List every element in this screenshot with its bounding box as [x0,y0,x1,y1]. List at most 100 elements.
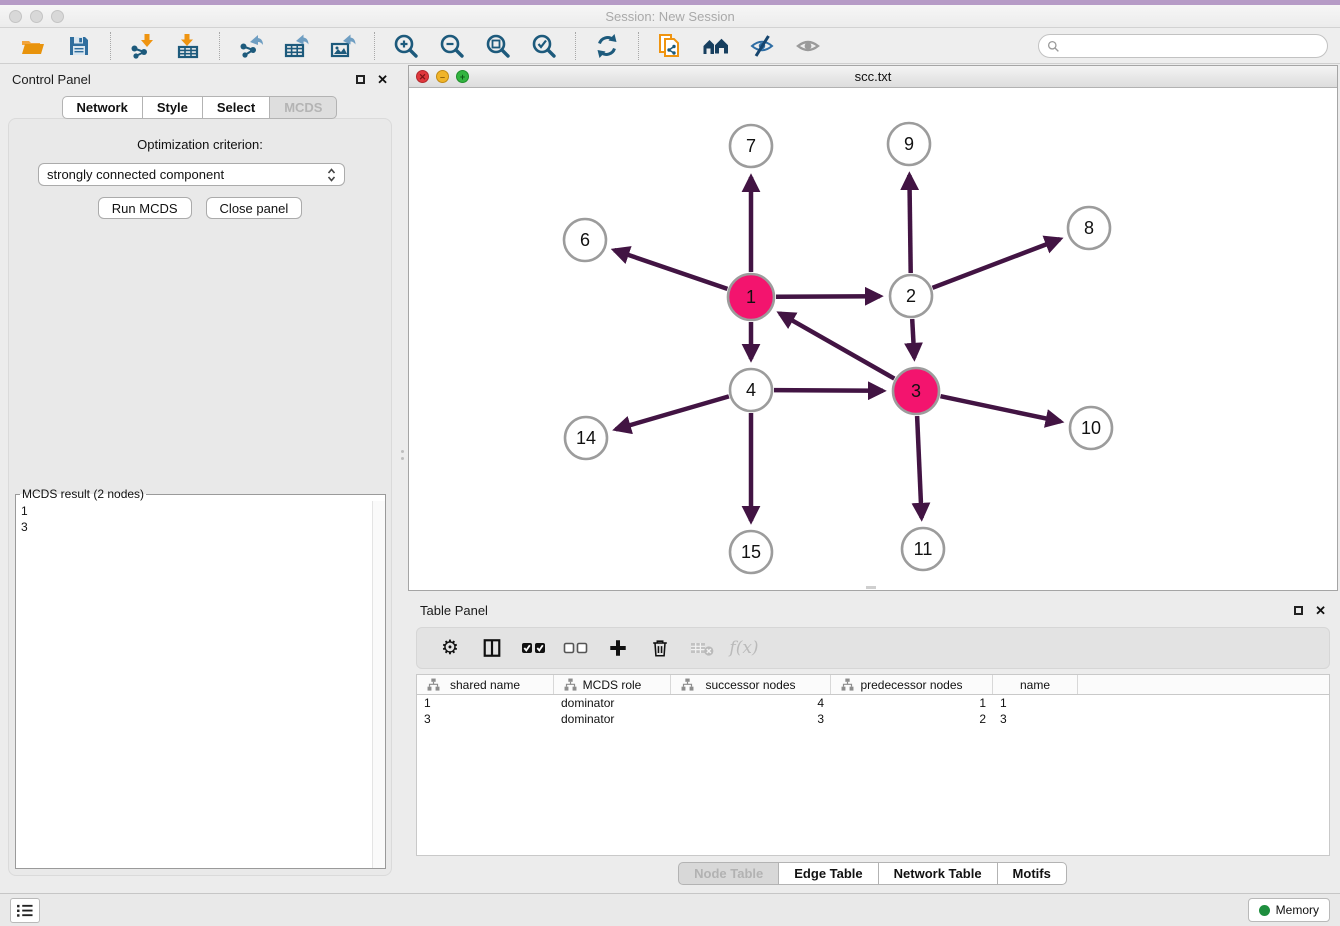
task-history-button[interactable] [10,898,40,923]
graph-node-8[interactable]: 8 [1068,207,1110,249]
optimization-criterion-dropdown[interactable]: strongly connected component [38,163,345,186]
import-network-icon[interactable] [128,32,156,60]
mcds-result-text[interactable]: 13 [16,501,385,868]
column-header-successor-nodes[interactable]: successor nodes [671,675,831,694]
zoom-in-icon[interactable] [392,32,420,60]
toolbar-separator [374,32,375,60]
result-scrollbar[interactable] [372,501,385,868]
graph-edge-3-10[interactable] [941,396,1061,421]
control-panel: Control Panel ✕ NetworkStyleSelectMCDS O… [0,66,400,888]
graph-edge-2-8[interactable] [933,239,1061,288]
graph-edge-1-6[interactable] [614,250,727,289]
trash-icon[interactable] [643,633,677,663]
function-icon: f(x) [727,633,761,663]
column-type-icon [676,678,689,691]
tab-node-table[interactable]: Node Table [678,862,779,885]
tab-style[interactable]: Style [142,96,203,119]
export-image-icon[interactable] [329,32,357,60]
gear-icon[interactable]: ⚙ [433,633,467,663]
graph-edge-3-1[interactable] [780,313,895,378]
open-folder-icon[interactable] [19,32,47,60]
search-box[interactable] [1038,34,1328,58]
svg-text:14: 14 [576,428,596,448]
graph-edge-2-9[interactable] [909,175,910,273]
table-cell[interactable]: 3 [417,711,554,727]
table-cell[interactable]: dominator [554,695,671,711]
search-input[interactable] [1065,36,1327,56]
float-panel-icon[interactable] [356,75,365,84]
select-all-icon[interactable] [517,633,551,663]
table-cell[interactable]: 1 [417,695,554,711]
canvas-resize-handle[interactable] [866,586,876,589]
column-view-icon[interactable] [475,633,509,663]
tab-network-table[interactable]: Network Table [878,862,998,885]
import-table-icon[interactable] [174,32,202,60]
app-titlebar: Session: New Session [0,5,1340,28]
zoom-out-icon[interactable] [438,32,466,60]
search-icon [1047,40,1060,53]
graph-edge-4-14[interactable] [616,396,729,429]
tab-mcds[interactable]: MCDS [269,96,337,119]
graph-node-4[interactable]: 4 [730,369,772,411]
table-cell[interactable]: dominator [554,711,671,727]
graph-node-10[interactable]: 10 [1070,407,1112,449]
node-table[interactable]: shared name MCDS role successor nodesprede… [416,674,1330,856]
table-panel: Table Panel ✕ ⚙f(x) shared nameMCDS role… [408,597,1338,890]
table-row[interactable]: 3dominator323 [417,711,1329,727]
graph-node-3[interactable]: 3 [893,368,939,414]
add-icon[interactable] [601,633,635,663]
graph-node-14[interactable]: 14 [565,417,607,459]
run-mcds-button[interactable]: Run MCDS [98,197,192,219]
zoom-fit-icon[interactable] [484,32,512,60]
column-header-label: MCDS role [583,678,642,692]
table-cell[interactable]: 2 [831,711,993,727]
close-table-panel-icon[interactable]: ✕ [1315,604,1326,617]
app-title: Session: New Session [0,9,1340,24]
graph-edge-3-11[interactable] [917,416,922,518]
graph-node-9[interactable]: 9 [888,123,930,165]
table-cell[interactable]: 1 [831,695,993,711]
tab-network[interactable]: Network [62,96,143,119]
close-panel-icon[interactable]: ✕ [377,73,388,86]
table-cell[interactable]: 3 [671,711,831,727]
save-icon[interactable] [65,32,93,60]
graph-node-2[interactable]: 2 [890,275,932,317]
tab-edge-table[interactable]: Edge Table [778,862,878,885]
table-cell[interactable]: 4 [671,695,831,711]
zoom-selected-icon[interactable] [530,32,558,60]
tab-select[interactable]: Select [202,96,270,119]
list-icon [16,903,35,918]
graph-edge-4-3[interactable] [774,390,883,391]
graph-node-1[interactable]: 1 [728,274,774,320]
graph-edge-2-3[interactable] [912,319,914,358]
network-canvas[interactable]: 7 9 6 8 1 2 4 3 14 10 15 11 [409,88,1337,590]
graph-node-15[interactable]: 15 [730,531,772,573]
vertical-splitter-handle[interactable] [401,450,405,462]
graph-edge-1-2[interactable] [776,296,880,297]
graph-node-7[interactable]: 7 [730,125,772,167]
column-header-MCDS-role[interactable]: MCDS role [554,675,671,694]
mcds-result-title: MCDS result (2 nodes) [20,487,146,501]
table-row[interactable]: 1dominator411 [417,695,1329,711]
graph-node-11[interactable]: 11 [902,528,944,570]
chevron-updown-icon [327,168,336,182]
column-header-shared-name[interactable]: shared name [417,675,554,694]
svg-text:3: 3 [911,381,921,401]
float-table-panel-icon[interactable] [1294,606,1303,615]
table-cell[interactable]: 3 [993,711,1078,727]
close-panel-button[interactable]: Close panel [206,197,303,219]
column-header-name[interactable]: name [993,675,1078,694]
graph-node-6[interactable]: 6 [564,219,606,261]
show-eye-icon[interactable] [794,32,822,60]
refresh-layout-icon[interactable] [593,32,621,60]
memory-button[interactable]: Memory [1248,898,1330,922]
hide-network-icon[interactable] [748,32,776,60]
table-cell[interactable]: 1 [993,695,1078,711]
export-network-icon[interactable] [237,32,265,60]
deselect-all-icon[interactable] [559,633,593,663]
export-table-icon[interactable] [283,32,311,60]
open-web-doc-icon[interactable] [656,32,684,60]
tab-motifs[interactable]: Motifs [997,862,1067,885]
home-icon[interactable] [702,32,730,60]
column-header-predecessor-nodes[interactable]: predecessor nodes [831,675,993,694]
